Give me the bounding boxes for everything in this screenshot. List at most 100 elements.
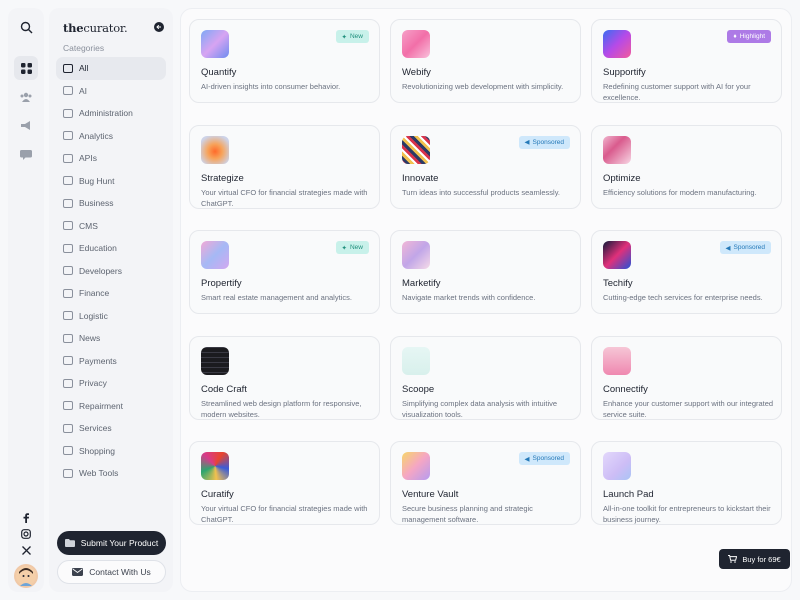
product-grid-panel: Quantify AI-driven insights into consumer… — [180, 8, 792, 592]
sidebar-item-education[interactable]: Education — [56, 237, 166, 260]
product-thumbnail — [201, 346, 229, 375]
product-description: Smart real estate management and analyti… — [201, 293, 352, 302]
sidebar-item-news[interactable]: News — [56, 327, 166, 350]
users-icon[interactable] — [14, 85, 38, 109]
contact-button[interactable]: Contact With Us — [57, 560, 166, 584]
product-card-innovate[interactable]: Innovate Turn ideas into successful produ… — [390, 124, 581, 209]
x-icon[interactable] — [14, 538, 38, 562]
sidebar-item-all[interactable]: All — [56, 57, 166, 80]
product-card-code-craft[interactable]: Code Craft Streamlined web design platfor… — [189, 335, 380, 420]
buy-button[interactable]: Buy for 69€ — [719, 549, 790, 569]
sponsored-badge: ◀ Sponsored — [719, 241, 771, 254]
product-card-quantify[interactable]: Quantify AI-driven insights into consumer… — [189, 19, 380, 103]
product-description: Enhance your customer support with our i… — [603, 398, 774, 419]
product-card-techify[interactable]: Techify Cutting-edge tech services for en… — [591, 230, 782, 314]
sidebar-item-ai[interactable]: AI — [56, 80, 166, 103]
category-icon — [63, 243, 73, 253]
sidebar-item-repairment[interactable]: Repairment — [56, 395, 166, 418]
product-thumbnail — [201, 135, 229, 164]
product-card-strategize[interactable]: Strategize Your virtual CFO for financial… — [189, 124, 380, 209]
product-thumbnail — [402, 241, 430, 269]
sidebar-item-label: Business — [79, 198, 114, 209]
sidebar-item-label: Analytics — [79, 130, 114, 141]
sponsored-badge: ◀ Sponsored — [518, 135, 570, 149]
product-card-curatify[interactable]: Curatify Your virtual CFO for financial s… — [189, 441, 380, 525]
product-thumbnail — [603, 135, 631, 164]
category-icon — [63, 153, 73, 163]
product-description: Efficiency solutions for modern manufact… — [603, 187, 757, 197]
product-card-marketify[interactable]: Marketify Navigate market trends with con… — [390, 230, 581, 314]
brand-logo[interactable]: thecurator. — [63, 21, 128, 35]
category-icon — [63, 401, 73, 411]
megaphone-icon[interactable] — [14, 114, 38, 138]
product-description: All-in-one toolkit for entrepreneurs to … — [603, 504, 771, 524]
sidebar-item-shopping[interactable]: Shopping — [56, 440, 166, 463]
product-thumbnail — [402, 452, 430, 480]
product-title: Techify — [603, 278, 633, 289]
product-title: Supportify — [603, 67, 646, 78]
category-icon — [63, 176, 73, 186]
category-icon — [63, 423, 73, 433]
sidebar-item-services[interactable]: Services — [56, 417, 166, 440]
sidebar-item-label: AI — [79, 85, 88, 96]
product-thumbnail — [201, 241, 229, 269]
sidebar-item-bug-hunt[interactable]: Bug Hunt — [56, 170, 166, 193]
product-description: Redefining customer support with AI for … — [603, 82, 751, 102]
sidebar-item-label: Privacy — [79, 378, 107, 389]
product-thumbnail — [201, 452, 229, 480]
submit-product-button[interactable]: Submit Your Product — [57, 531, 166, 555]
category-icon — [63, 266, 73, 276]
sidebar-item-label: Bug Hunt — [79, 175, 115, 186]
sidebar-item-business[interactable]: Business — [56, 192, 166, 215]
category-icon — [63, 221, 73, 231]
sidebar-item-web-tools[interactable]: Web Tools — [56, 462, 166, 485]
product-thumbnail — [603, 346, 631, 375]
product-card-venture-vault[interactable]: Venture Vault Secure business planning an… — [390, 441, 581, 525]
category-sidebar: thecurator. Categories All AI Administrati… — [49, 8, 173, 592]
sidebar-item-apis[interactable]: APIs — [56, 147, 166, 170]
category-icon — [63, 86, 73, 96]
highlight-badge: ♦ Highlight — [727, 30, 771, 43]
product-description: Simplifying complex data analysis with i… — [402, 398, 558, 419]
product-card-launch-pad[interactable]: Launch Pad All-in-one toolkit for entrepr… — [591, 441, 782, 525]
product-card-webify[interactable]: Webify Revolutionizing web development wi… — [390, 19, 581, 103]
sidebar-item-analytics[interactable]: Analytics — [56, 125, 166, 148]
product-thumbnail — [201, 30, 229, 58]
sidebar-item-label: Logistic — [79, 310, 108, 321]
grid-icon[interactable] — [14, 56, 38, 80]
product-description: Revolutionizing web development with sim… — [402, 82, 564, 91]
sidebar-item-privacy[interactable]: Privacy — [56, 372, 166, 395]
product-description: Cutting-edge tech services for enterpris… — [603, 293, 763, 302]
sidebar-item-logistic[interactable]: Logistic — [56, 305, 166, 328]
cart-icon — [728, 555, 738, 563]
sidebar-item-payments[interactable]: Payments — [56, 350, 166, 373]
badge-label: New — [349, 244, 363, 251]
product-title: Curatify — [201, 489, 234, 500]
product-card-propertify[interactable]: Propertify Smart real estate management a… — [189, 230, 380, 314]
chat-icon[interactable] — [14, 143, 38, 167]
product-title: Launch Pad — [603, 489, 654, 500]
product-card-optimize[interactable]: Optimize Efficiency solutions for modern … — [591, 124, 782, 209]
sidebar-item-cms[interactable]: CMS — [56, 215, 166, 238]
product-card-connectify[interactable]: Connectify Enhance your customer support … — [591, 335, 782, 420]
contact-label: Contact With Us — [89, 567, 151, 577]
product-card-scoope[interactable]: Scoope Simplifying complex data analysis … — [390, 335, 581, 420]
product-card-supportify[interactable]: Supportify Redefining customer support wi… — [591, 19, 782, 103]
sidebar-item-developers[interactable]: Developers — [56, 260, 166, 283]
sidebar-item-administration[interactable]: Administration — [56, 102, 166, 125]
sidebar-item-label: APIs — [79, 153, 97, 164]
folder-icon — [64, 539, 75, 547]
sidebar-item-finance[interactable]: Finance — [56, 282, 166, 305]
search-icon[interactable] — [14, 15, 38, 39]
sponsored-badge: ◀ Sponsored — [518, 452, 570, 465]
sidebar-item-label: All — [79, 63, 89, 74]
product-title: Webify — [402, 67, 431, 78]
product-title: Connectify — [603, 383, 648, 395]
product-title: Venture Vault — [402, 489, 459, 500]
collapse-arrow-icon[interactable] — [154, 22, 164, 32]
category-icon — [63, 333, 73, 343]
sidebar-item-label: Finance — [79, 288, 110, 299]
buy-label: Buy for 69€ — [742, 554, 781, 564]
avatar[interactable] — [14, 564, 38, 588]
product-thumbnail — [603, 241, 631, 269]
